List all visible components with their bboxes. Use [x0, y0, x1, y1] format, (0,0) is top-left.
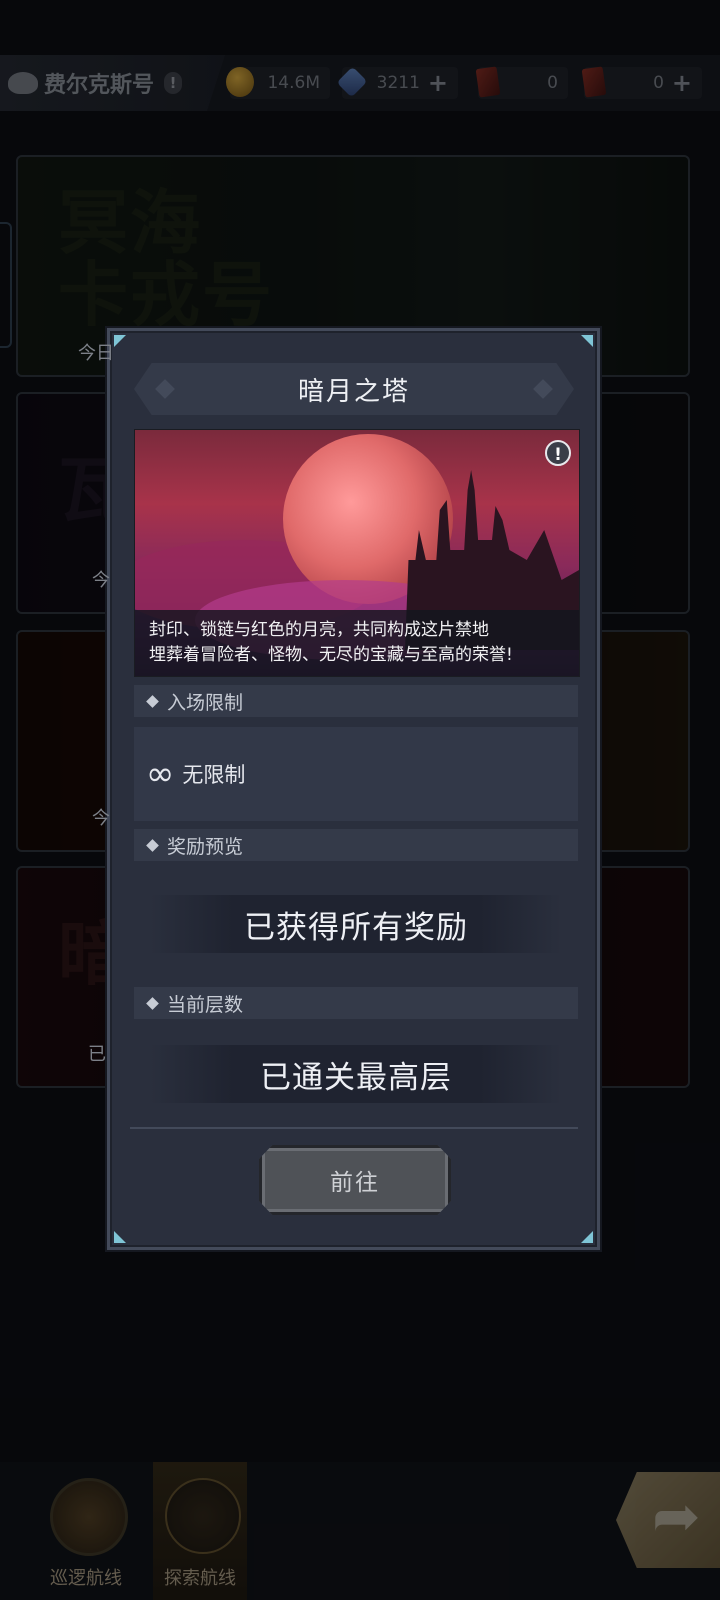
- current-floor-header: 当前层数: [134, 987, 578, 1019]
- dungeon-info-dialog: 暗月之塔 ! 封印、锁链与红色的月亮，共同构成这片禁地 埋葬着冒险者、怪物、无尽…: [107, 328, 600, 1250]
- description-line: 封印、锁链与红色的月亮，共同构成这片禁地: [149, 620, 489, 640]
- corner-ornament: [581, 1231, 593, 1243]
- event-card-subtitle: 今: [92, 570, 110, 591]
- section-title: 奖励预览: [167, 835, 244, 858]
- dungeon-description: 封印、锁链与红色的月亮，共同构成这片禁地 埋葬着冒险者、怪物、无尽的宝藏与至高的…: [135, 610, 579, 676]
- description-line: 埋葬着冒险者、怪物、无尽的宝藏与至高的荣誉!: [149, 645, 513, 665]
- go-button[interactable]: 前往: [259, 1145, 451, 1215]
- diamond-ornament: [155, 379, 175, 399]
- reward-preview-header: 奖励预览: [134, 829, 578, 861]
- section-title: 入场限制: [167, 691, 244, 714]
- entry-limit-value: 无限制: [182, 763, 246, 787]
- dialog-title: 暗月之塔: [297, 376, 410, 407]
- diamond-bullet-icon: [146, 694, 159, 708]
- diamond-ornament: [533, 379, 553, 399]
- event-card-subtitle: 今日: [78, 343, 114, 364]
- info-icon[interactable]: !: [545, 440, 571, 466]
- diamond-bullet-icon: [146, 838, 159, 852]
- event-card-subtitle: 今: [92, 808, 110, 829]
- infinity-icon: ∞: [146, 754, 175, 794]
- dialog-title-plate: 暗月之塔: [134, 363, 574, 415]
- corner-ornament: [581, 335, 593, 347]
- event-card-subtitle: 已: [88, 1044, 106, 1065]
- floor-status: 已通关最高层: [150, 1045, 562, 1103]
- corner-ornament: [114, 1231, 126, 1243]
- divider: [130, 1127, 578, 1129]
- entry-limit-header: 入场限制: [134, 685, 578, 717]
- section-title: 当前层数: [167, 993, 244, 1016]
- reward-status: 已获得所有奖励: [150, 895, 562, 953]
- entry-limit-box: ∞ 无限制: [134, 727, 578, 821]
- diamond-bullet-icon: [146, 996, 159, 1010]
- dungeon-banner: ! 封印、锁链与红色的月亮，共同构成这片禁地 埋葬着冒险者、怪物、无尽的宝藏与至…: [134, 429, 580, 677]
- corner-ornament: [114, 335, 126, 347]
